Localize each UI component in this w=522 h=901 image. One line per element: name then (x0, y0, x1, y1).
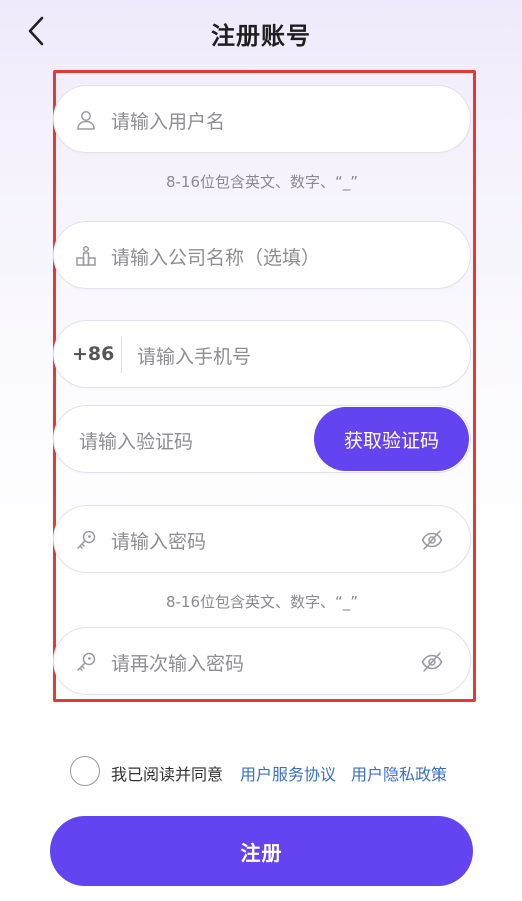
password-input[interactable]: 请输入密码 (111, 527, 206, 554)
password-field[interactable]: 请输入密码 (53, 505, 471, 573)
eye-off-icon[interactable] (420, 528, 444, 552)
company-field[interactable]: 请输入公司名称（选填） (53, 221, 471, 289)
confirm-password-input[interactable]: 请再次输入密码 (111, 649, 244, 676)
company-input[interactable]: 请输入公司名称（选填） (111, 243, 320, 270)
get-code-button[interactable]: 获取验证码 (314, 407, 469, 471)
page-title: 注册账号 (211, 22, 311, 50)
register-button[interactable]: 注册 (50, 816, 473, 886)
verification-input[interactable]: 请输入验证码 (79, 427, 193, 454)
key-icon (77, 652, 96, 671)
agreement-checkbox[interactable] (70, 756, 100, 786)
country-code[interactable]: +86 (72, 343, 114, 365)
phone-field[interactable]: +86 请输入手机号 (53, 320, 471, 388)
verification-field[interactable]: 请输入验证码 获取验证码 (53, 405, 471, 473)
field-divider (121, 337, 122, 373)
privacy-policy-link[interactable]: 用户隐私政策 (351, 761, 447, 785)
confirm-password-field[interactable]: 请再次输入密码 (53, 627, 471, 695)
phone-input[interactable]: 请输入手机号 (137, 342, 251, 369)
username-hint: 8-16位包含英文、数字、“_” (165, 173, 359, 191)
eye-off-icon[interactable] (420, 650, 444, 674)
password-hint: 8-16位包含英文、数字、“_” (165, 593, 359, 611)
username-field[interactable]: 请输入用户名 (53, 85, 471, 153)
user-icon (77, 111, 95, 130)
building-icon (76, 245, 96, 266)
agreement-text: 我已阅读并同意 (111, 765, 224, 784)
username-input[interactable]: 请输入用户名 (111, 107, 225, 134)
service-agreement-link[interactable]: 用户服务协议 (240, 761, 336, 785)
key-icon (77, 530, 96, 549)
agreement-row: 我已阅读并同意 用户服务协议 用户隐私政策 (70, 756, 490, 786)
header-bar: 注册账号 (0, 0, 522, 64)
